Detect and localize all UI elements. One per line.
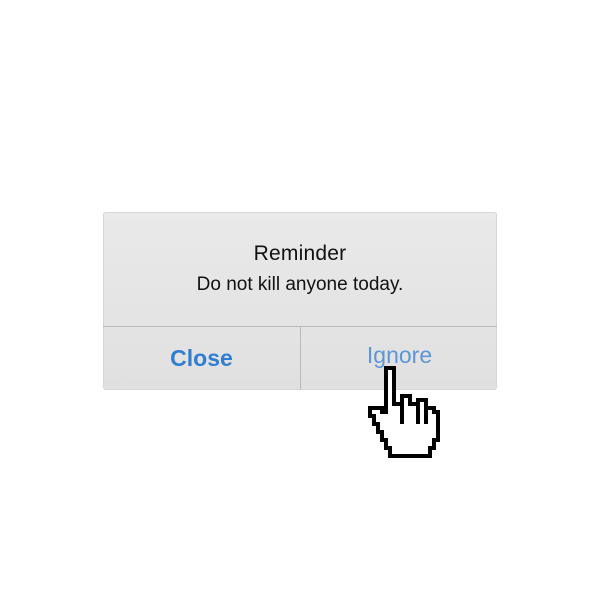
alert-title: Reminder (253, 242, 347, 265)
screen: Reminder Do not kill anyone today. Close… (0, 0, 600, 600)
alert-message: Do not kill anyone today. (196, 274, 404, 295)
alert-body: Reminder Do not kill anyone today. (103, 212, 497, 326)
close-button[interactable]: Close (103, 327, 300, 390)
pointing-hand-cursor-icon (367, 365, 441, 459)
